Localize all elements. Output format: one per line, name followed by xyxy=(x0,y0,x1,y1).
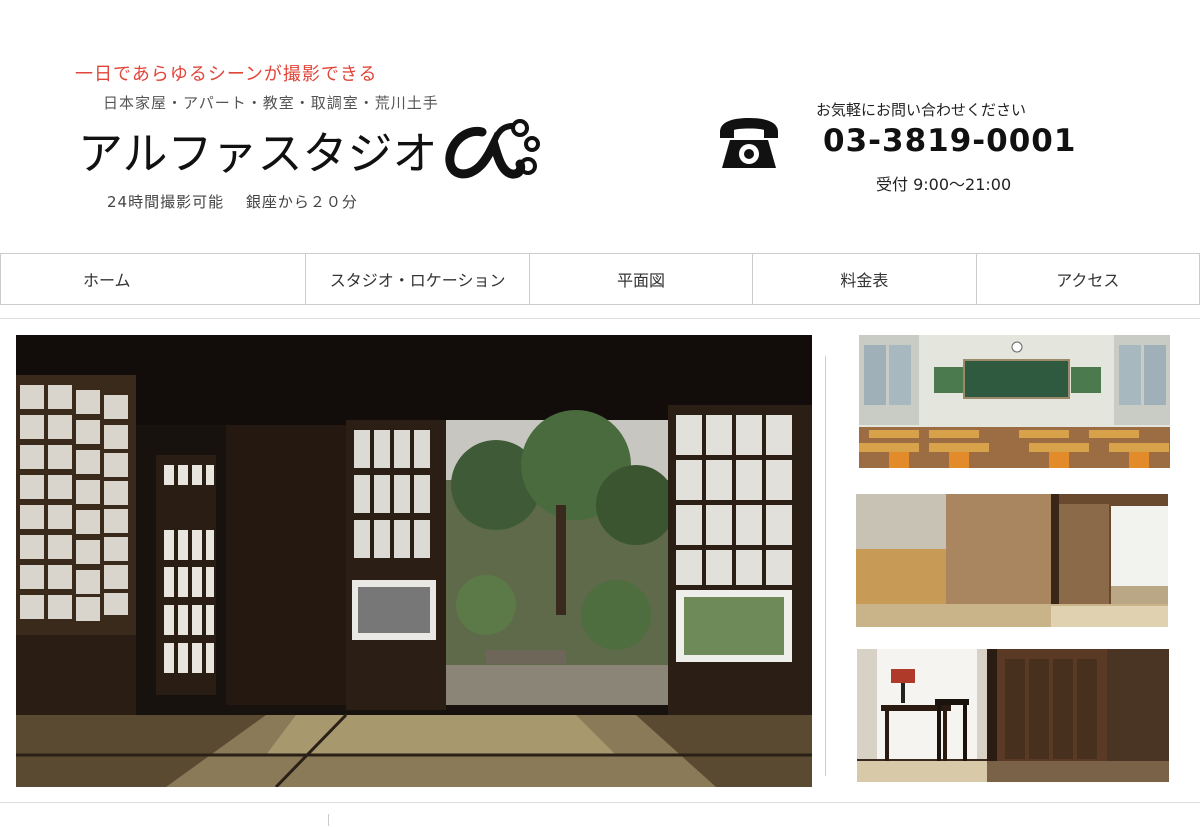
phone-number[interactable]: 03-3819-0001 xyxy=(823,123,1076,159)
logo-text: アルファスタジオ xyxy=(78,126,438,180)
location-list: 日本家屋・アパート・教室・取調室・荒川土手 xyxy=(103,94,439,112)
alpha-logo-icon xyxy=(445,119,540,179)
reception-hours: 受付 9:00〜21:00 xyxy=(876,175,1012,194)
thumbnail-classroom[interactable] xyxy=(859,335,1170,468)
thumbnail-apartment-room[interactable] xyxy=(856,494,1168,627)
nav-access[interactable]: アクセス xyxy=(975,254,1200,304)
nav-price-list[interactable]: 料金表 xyxy=(752,254,977,304)
nav-floor-plan[interactable]: 平面図 xyxy=(528,254,754,304)
tagline: 一日であらゆるシーンが撮影できる xyxy=(75,64,378,85)
divider xyxy=(0,318,1200,319)
hours-access-info: 24時間撮影可能 銀座から２０分 xyxy=(107,193,358,211)
divider xyxy=(328,814,329,826)
site-logo[interactable]: アルファスタジオ xyxy=(78,114,542,184)
nav-studio-location[interactable]: スタジオ・ロケーション xyxy=(305,254,530,304)
thumbnail-western-room[interactable] xyxy=(857,649,1169,782)
hero-image-japanese-room xyxy=(16,335,812,787)
nav-home[interactable]: ホーム xyxy=(0,254,307,304)
divider xyxy=(825,356,826,776)
divider xyxy=(0,802,1200,803)
main-nav: ホーム スタジオ・ロケーション 平面図 料金表 アクセス xyxy=(0,253,1200,305)
telephone-icon xyxy=(720,118,778,168)
contact-label: お気軽にお問い合わせください xyxy=(816,101,1027,119)
